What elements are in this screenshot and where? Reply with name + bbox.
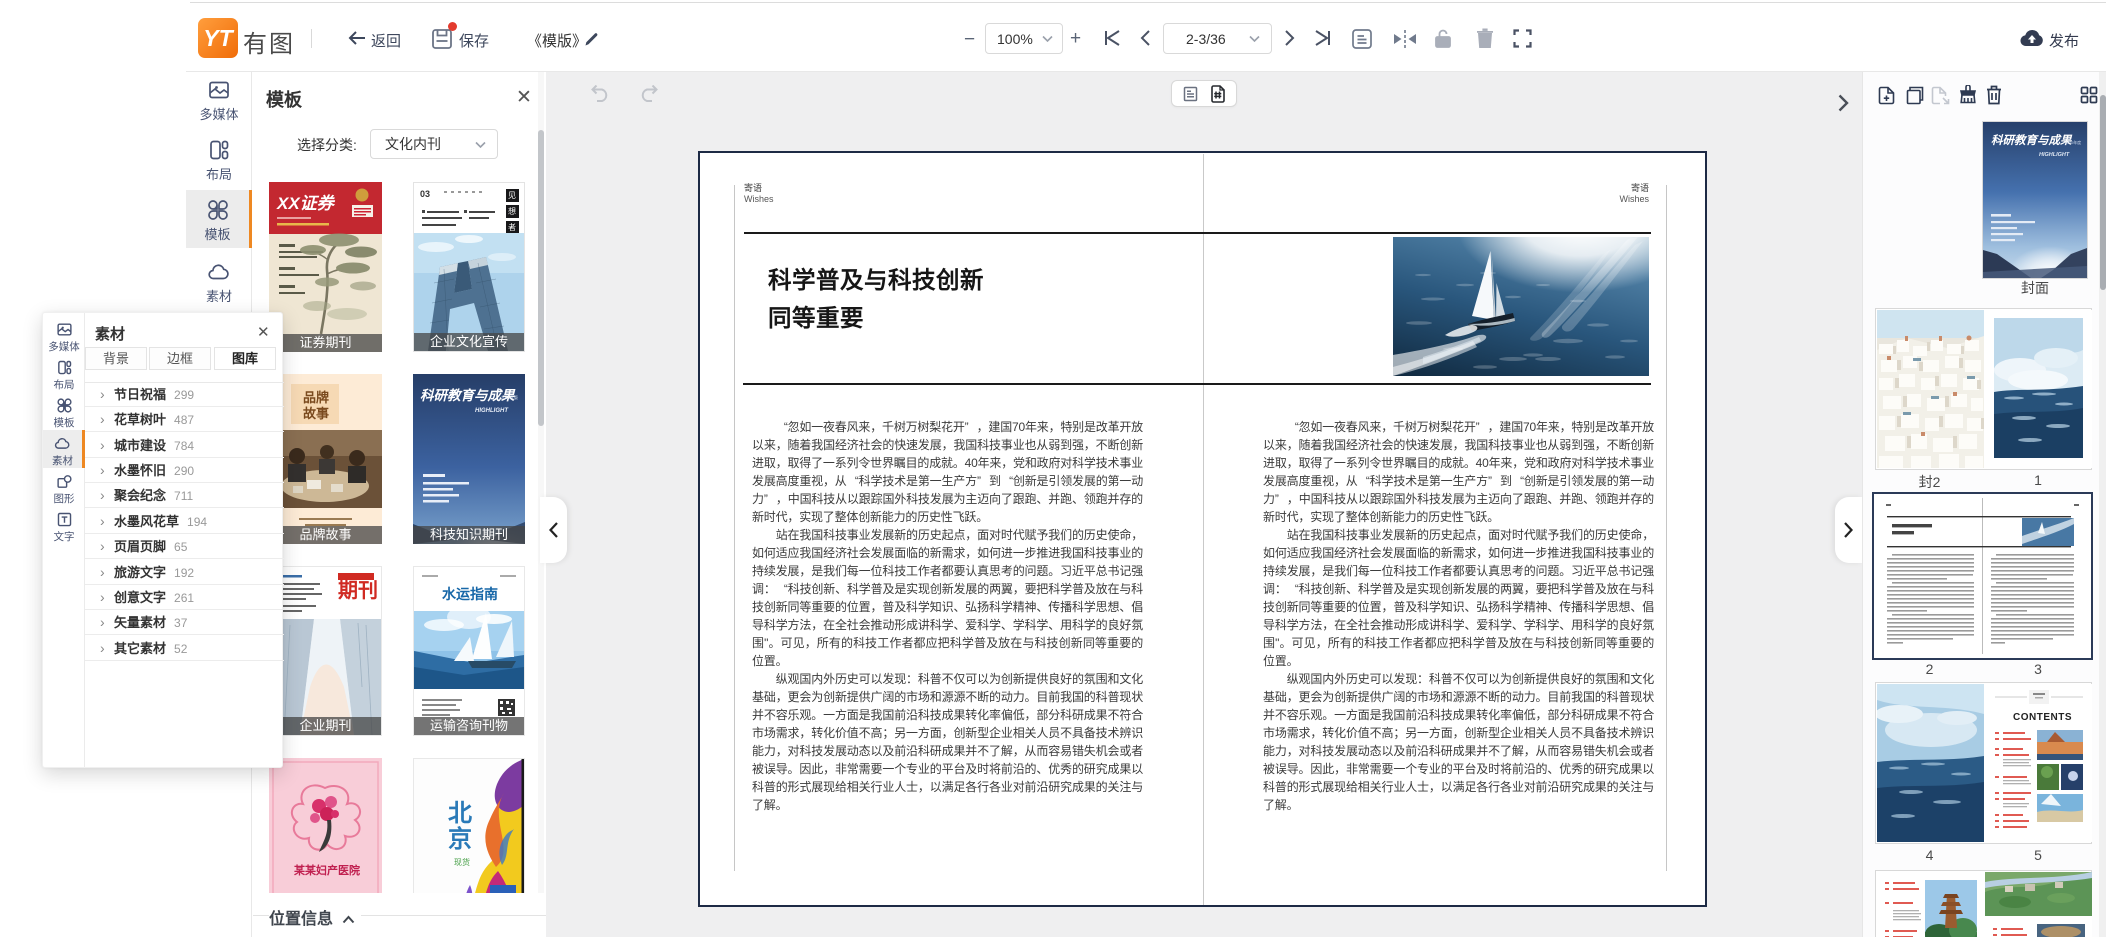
svg-text:北: 北: [448, 800, 472, 827]
svg-text:科研教育与成果: 科研教育与成果: [1991, 133, 2073, 147]
svg-text:某某妇产医院: 某某妇产医院: [293, 863, 360, 877]
svg-text:期刊: 期刊: [338, 579, 378, 602]
svg-text:XX证券: XX证券: [276, 194, 336, 213]
svg-text:京: 京: [448, 825, 472, 853]
svg-text:2019年版: 2019年版: [501, 394, 518, 400]
svg-text:想: 想: [508, 206, 516, 216]
svg-text:03: 03: [420, 189, 430, 199]
svg-text:2019年度: 2019年度: [2065, 140, 2081, 145]
svg-text:现货: 现货: [454, 857, 470, 867]
svg-text:品牌: 品牌: [303, 390, 329, 405]
svg-text:HIGHLIGHT: HIGHLIGHT: [2039, 152, 2070, 158]
svg-text:见: 见: [508, 191, 516, 200]
svg-text:故事: 故事: [303, 406, 329, 421]
svg-text:HIGHLIGHT: HIGHLIGHT: [475, 408, 509, 414]
svg-text:者: 者: [508, 223, 516, 232]
svg-text:CONTENTS: CONTENTS: [2013, 712, 2072, 723]
svg-text:水运指南: 水运指南: [442, 586, 498, 602]
